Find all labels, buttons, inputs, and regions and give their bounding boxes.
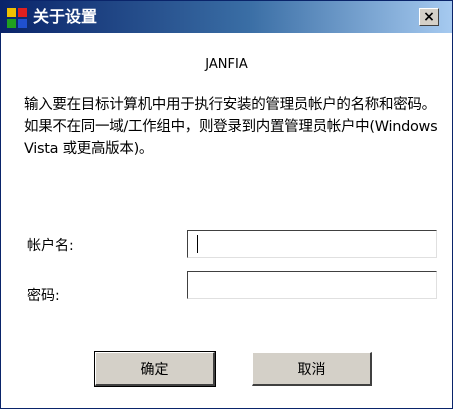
password-input[interactable] (187, 271, 437, 299)
window-title: 关于设置 (33, 7, 98, 26)
username-input[interactable] (187, 230, 437, 258)
app-icon (7, 8, 27, 28)
password-label: 密码: (27, 288, 60, 304)
text-caret (197, 235, 198, 253)
ok-button[interactable]: 确定 (94, 351, 216, 387)
settings-dialog: 关于设置 × JANFIA 输入要在目标计算机中用于执行安装的管理员帐户的名称和… (0, 0, 453, 409)
username-label: 帐户名: (27, 238, 74, 254)
close-icon: × (423, 9, 435, 25)
dialog-description: 输入要在目标计算机中用于执行安装的管理员帐户的名称和密码。如果不在同一域/工作组… (24, 97, 438, 157)
dialog-subtitle: JANFIA (205, 57, 248, 72)
cancel-button[interactable]: 取消 (252, 352, 372, 386)
title-bar[interactable]: 关于设置 × (1, 1, 452, 33)
close-button[interactable]: × (419, 8, 439, 26)
